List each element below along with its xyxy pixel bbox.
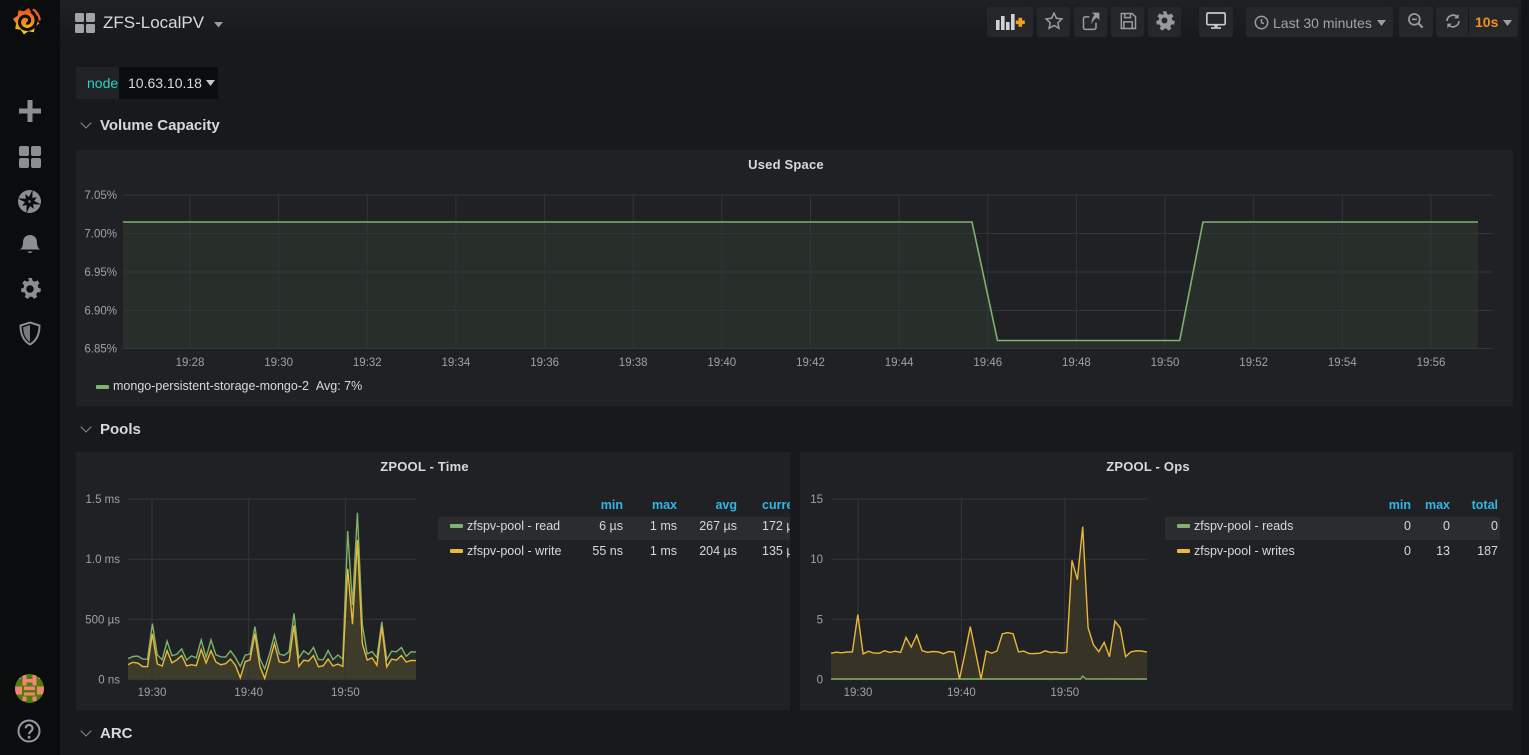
svg-text:19:46: 19:46 xyxy=(973,357,1002,369)
svg-text:7.00%: 7.00% xyxy=(84,229,117,241)
svg-text:19:50: 19:50 xyxy=(1151,357,1180,369)
svg-text:19:56: 19:56 xyxy=(1417,357,1446,369)
svg-text:19:38: 19:38 xyxy=(619,357,648,369)
svg-text:19:42: 19:42 xyxy=(796,357,825,369)
svg-text:19:48: 19:48 xyxy=(1062,357,1091,369)
svg-text:7.05%: 7.05% xyxy=(84,190,117,202)
svg-text:19:44: 19:44 xyxy=(885,357,914,369)
svg-text:6.95%: 6.95% xyxy=(84,267,117,279)
svg-text:19:40: 19:40 xyxy=(707,357,736,369)
svg-text:6.85%: 6.85% xyxy=(84,344,117,356)
svg-text:6.90%: 6.90% xyxy=(84,306,117,318)
svg-text:19:32: 19:32 xyxy=(353,357,382,369)
svg-text:19:30: 19:30 xyxy=(264,357,293,369)
svg-text:19:28: 19:28 xyxy=(176,357,205,369)
svg-text:19:52: 19:52 xyxy=(1239,357,1268,369)
svg-text:19:54: 19:54 xyxy=(1328,357,1357,369)
svg-text:19:36: 19:36 xyxy=(530,357,559,369)
svg-text:19:34: 19:34 xyxy=(442,357,471,369)
